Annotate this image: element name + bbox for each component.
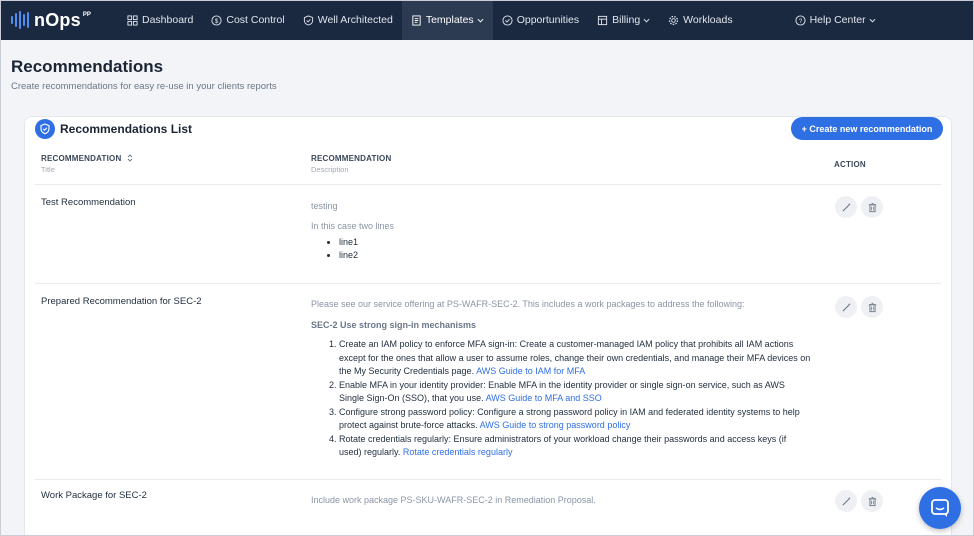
row-description-test-recommendation: testing In this case two lines line1 lin… (311, 200, 811, 262)
trash-icon (868, 202, 876, 212)
logo-superscript: PP (82, 12, 91, 18)
nav-help-center[interactable]: ? Help Center (786, 0, 885, 40)
svg-text:$: $ (215, 17, 219, 24)
nav-cost-control[interactable]: $ Cost Control (202, 0, 293, 40)
delete-button[interactable] (861, 196, 883, 218)
magic-wand-icon (841, 202, 851, 212)
list-item: Rotate credentials regularly: Ensure adm… (339, 433, 811, 460)
column-subheader-description: Description (311, 165, 349, 174)
nav-cost-control-label: Cost Control (226, 14, 285, 26)
row-description-prepared-recommendation: Please see our service offering at PS-WA… (311, 298, 811, 460)
row-divider (35, 184, 941, 185)
nav-billing-label: Billing (612, 14, 641, 26)
grid-icon (127, 14, 138, 26)
description-line: In this case two lines (311, 221, 395, 231)
chat-icon (931, 499, 949, 517)
page-subtitle: Create recommendations for easy re-use i… (11, 81, 277, 92)
nav-workloads[interactable]: Workloads (659, 0, 741, 40)
nav-well-architected-label: Well Architected (317, 14, 393, 26)
nav-templates[interactable]: Templates (401, 0, 493, 40)
aws-guide-link[interactable]: AWS Guide to strong password policy (480, 420, 631, 430)
column-subheader-title: Title (41, 165, 55, 174)
shield-check-icon (303, 14, 313, 26)
description-bullet-list: line1 line2 (311, 236, 811, 262)
recommendations-card: Recommendations List + Create new recomm… (24, 116, 952, 536)
list-item: line1 (339, 236, 811, 249)
help-circle-icon: ? (795, 14, 806, 26)
column-header-action: ACTION (834, 160, 866, 169)
nav-opportunities-label: Opportunities (516, 14, 580, 26)
aws-guide-link[interactable]: AWS Guide to MFA and SSO (486, 393, 602, 403)
chevron-down-icon (869, 18, 876, 23)
description-numbered-list: Create an IAM policy to enforce MFA sign… (311, 338, 811, 460)
card-header: Recommendations List (35, 117, 192, 141)
row-divider (35, 283, 941, 284)
nav-well-architected[interactable]: Well Architected (294, 0, 402, 40)
sort-icon[interactable] (127, 154, 133, 162)
billing-icon (598, 15, 608, 25)
nav-dashboard[interactable]: Dashboard (118, 0, 202, 40)
row-title-test-recommendation: Test Recommendation (41, 197, 136, 208)
nav-templates-label: Templates (425, 14, 474, 26)
edit-button[interactable] (835, 296, 857, 318)
nav-help-center-label: Help Center (809, 14, 866, 26)
list-item: Configure strong password policy: Config… (339, 406, 811, 433)
edit-button[interactable] (835, 196, 857, 218)
nav-dashboard-label: Dashboard (142, 14, 194, 26)
column-header-description: RECOMMENDATION (311, 154, 392, 163)
edit-button[interactable] (835, 490, 857, 512)
card-title: Recommendations List (60, 122, 193, 136)
trash-icon (868, 302, 876, 312)
svg-text:?: ? (798, 17, 802, 24)
logo-bars-icon (11, 10, 29, 30)
delete-button[interactable] (861, 296, 883, 318)
row-title-work-package: Work Package for SEC-2 (41, 490, 147, 501)
gear-icon (669, 15, 679, 25)
top-navigation: nOps PP Dashboard $ Cost Control Well Ar… (0, 0, 974, 40)
nav-opportunities[interactable]: Opportunities (493, 0, 588, 40)
nops-logo[interactable]: nOps PP (11, 0, 111, 40)
column-header-title[interactable]: RECOMMENDATION (41, 154, 133, 163)
chevron-down-icon (477, 18, 484, 23)
check-circle-icon (502, 14, 513, 26)
aws-guide-link[interactable]: Rotate credentials regularly (403, 447, 513, 457)
list-item: Create an IAM policy to enforce MFA sign… (339, 338, 811, 379)
description-line: Include work package PS-SKU-WAFR-SEC-2 i… (311, 495, 596, 505)
chat-launcher-button[interactable] (919, 487, 961, 529)
list-item: Enable MFA in your identity provider: En… (339, 379, 811, 406)
trash-icon (868, 496, 876, 506)
row-description-work-package: Include work package PS-SKU-WAFR-SEC-2 i… (311, 494, 811, 507)
list-item: line2 (339, 249, 811, 262)
page-title: Recommendations (11, 57, 164, 76)
description-subheading: SEC-2 Use strong sign-in mechanisms (311, 320, 477, 330)
description-intro: Please see our service offering at PS-WA… (311, 299, 745, 309)
row-divider (35, 479, 941, 480)
magic-wand-icon (841, 496, 851, 506)
delete-button[interactable] (861, 490, 883, 512)
row-title-prepared-recommendation: Prepared Recommendation for SEC-2 (41, 296, 202, 307)
aws-guide-link[interactable]: AWS Guide to IAM for MFA (476, 366, 585, 376)
document-icon (412, 14, 421, 26)
shield-badge-icon (35, 119, 55, 139)
nav-billing[interactable]: Billing (588, 0, 659, 40)
chevron-down-icon (643, 18, 650, 23)
logo-text: nOps (34, 9, 81, 30)
dollar-circle-icon: $ (211, 14, 222, 26)
nav-workloads-label: Workloads (683, 14, 733, 26)
create-recommendation-button[interactable]: + Create new recommendation (791, 117, 943, 140)
description-line: testing (311, 201, 338, 211)
column-header-title-label: RECOMMENDATION (41, 154, 122, 163)
magic-wand-icon (841, 302, 851, 312)
